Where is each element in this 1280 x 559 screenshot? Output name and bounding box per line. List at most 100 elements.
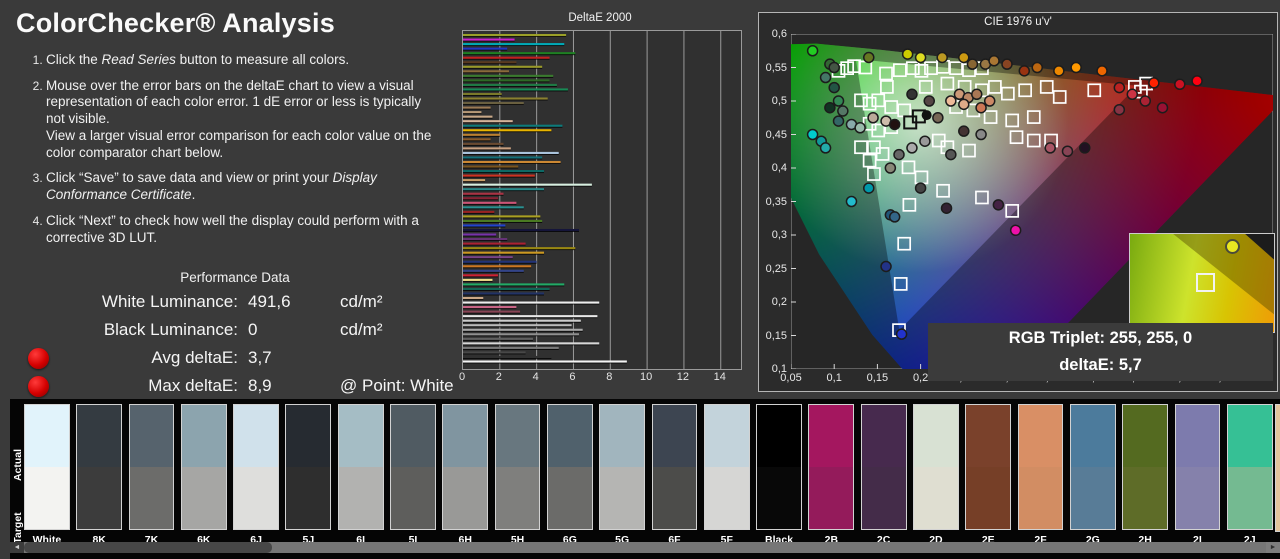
- delta-e-error-bar[interactable]: [463, 251, 545, 254]
- delta-e-error-bar[interactable]: [463, 160, 561, 164]
- delta-e-error-bar[interactable]: [463, 129, 552, 132]
- actual-color-patch: [443, 405, 488, 467]
- delta-e-error-bar[interactable]: [463, 324, 572, 327]
- delta-e-error-bar[interactable]: [463, 47, 508, 50]
- delta-e-error-bar[interactable]: [463, 215, 541, 218]
- delta-e-error-bar[interactable]: [463, 269, 524, 272]
- delta-e-error-bar[interactable]: [463, 219, 543, 223]
- delta-e-error-bar[interactable]: [463, 278, 493, 281]
- delta-e-error-bar[interactable]: [463, 224, 506, 227]
- delta-e-error-bar[interactable]: [463, 43, 565, 46]
- delta-e-error-bar[interactable]: [463, 56, 550, 59]
- delta-e-error-bar[interactable]: [463, 355, 552, 359]
- delta-e-error-bar[interactable]: [463, 111, 482, 114]
- delta-e-error-bar[interactable]: [463, 102, 524, 105]
- delta-e-error-bar[interactable]: [463, 247, 576, 250]
- delta-e-error-bar[interactable]: [463, 342, 600, 345]
- target-color-patch: [129, 467, 174, 529]
- delta-e-error-bar[interactable]: [463, 292, 545, 295]
- delta-e-error-bar[interactable]: [463, 170, 545, 173]
- delta-e-error-bar[interactable]: [463, 210, 495, 213]
- delta-e-error-bar[interactable]: [463, 83, 557, 86]
- delta-e-error-bar[interactable]: [463, 265, 532, 268]
- delta-e-error-bar[interactable]: [463, 206, 524, 209]
- delta-e-error-bar[interactable]: [463, 79, 550, 82]
- delta-e-error-bar[interactable]: [463, 188, 545, 191]
- delta-e-error-bar[interactable]: [463, 151, 559, 154]
- delta-e-error-bar[interactable]: [463, 328, 583, 331]
- delta-e-error-bar[interactable]: [463, 242, 526, 245]
- delta-e-error-bar[interactable]: [463, 183, 592, 186]
- delta-e-error-bar[interactable]: [463, 238, 508, 241]
- measured-point-marker: [828, 61, 840, 74]
- delta-e-error-bar[interactable]: [463, 106, 491, 109]
- target-color-patch: [181, 467, 226, 529]
- comparator-swatch: 6F: [651, 404, 698, 546]
- delta-e-error-bar[interactable]: [463, 74, 554, 77]
- delta-e-error-bar[interactable]: [463, 306, 517, 309]
- target-color-patch: [600, 467, 645, 529]
- measured-point-marker: [906, 142, 918, 154]
- delta-e-error-bar[interactable]: [463, 179, 486, 182]
- delta-e-error-bar[interactable]: [463, 301, 600, 304]
- delta-e-error-bar[interactable]: [463, 260, 537, 263]
- measured-point-marker: [1174, 78, 1186, 90]
- cie-zoom-inset: [1129, 233, 1275, 333]
- scrollbar-thumb[interactable]: [24, 542, 272, 553]
- delta-e-error-bar[interactable]: [463, 296, 484, 300]
- delta-e-error-bar[interactable]: [463, 351, 526, 354]
- delta-e-error-bar[interactable]: [463, 310, 521, 313]
- delta-e-error-bar[interactable]: [463, 88, 568, 91]
- delta-e-error-bar[interactable]: [463, 315, 598, 318]
- measured-point-marker: [971, 88, 983, 101]
- delta-e-error-bar[interactable]: [463, 142, 504, 145]
- scroll-left-button[interactable]: ◄: [10, 542, 24, 553]
- delta-e-error-bar[interactable]: [463, 38, 515, 41]
- target-color-patch: [966, 467, 1011, 529]
- delta-e-error-bar[interactable]: [463, 147, 511, 150]
- delta-e-error-bar[interactable]: [463, 233, 497, 236]
- delta-e-error-bar[interactable]: [463, 92, 502, 96]
- scroll-right-button[interactable]: ►: [1266, 542, 1280, 553]
- delta-e-error-bar[interactable]: [463, 274, 498, 277]
- comparator-swatch: 6G: [546, 404, 593, 546]
- delta-e-error-bar[interactable]: [463, 360, 627, 363]
- delta-e-error-bar[interactable]: [463, 174, 535, 177]
- cie-y-tick: 0,55: [765, 61, 787, 74]
- delta-e-error-bar[interactable]: [463, 283, 565, 286]
- delta-e-error-bar[interactable]: [463, 52, 576, 55]
- delta-e-error-bar[interactable]: [463, 201, 517, 204]
- target-color-patch: [861, 467, 906, 529]
- delta-e-error-bar[interactable]: [463, 61, 517, 64]
- delta-e-error-bar[interactable]: [463, 65, 543, 68]
- delta-e-error-bar[interactable]: [463, 124, 563, 127]
- delta-e-error-bar[interactable]: [463, 287, 550, 291]
- delta-e-error-bar[interactable]: [463, 138, 491, 141]
- delta-e-error-bar[interactable]: [463, 70, 510, 73]
- delta-e-error-bar[interactable]: [463, 337, 533, 340]
- horizontal-scrollbar[interactable]: ◄ ►: [10, 542, 1280, 553]
- delta-e-error-bar[interactable]: [463, 165, 519, 168]
- delta-e-error-bar[interactable]: [463, 197, 498, 200]
- metric-label: Avg deltaE:: [151, 348, 238, 367]
- comparator-swatch: 2J: [1226, 404, 1273, 546]
- delta-e-x-tick: 2: [495, 371, 502, 383]
- delta-e-error-bar[interactable]: [463, 192, 504, 195]
- comparator-swatch: 6K: [180, 404, 227, 546]
- delta-e-error-bar[interactable]: [463, 120, 513, 123]
- delta-e-error-bar[interactable]: [463, 34, 567, 37]
- delta-e-error-bar[interactable]: [463, 156, 543, 159]
- delta-e-error-bar[interactable]: [463, 97, 548, 100]
- measured-point-marker: [1139, 95, 1151, 107]
- delta-e-error-bar[interactable]: [463, 319, 581, 322]
- delta-e-error-bar[interactable]: [463, 228, 579, 232]
- delta-e-x-tick: 0: [458, 371, 466, 383]
- cie-y-tick: 0,15: [765, 329, 787, 342]
- delta-e-error-bar[interactable]: [463, 133, 500, 136]
- delta-e-error-bar[interactable]: [463, 333, 579, 336]
- measured-point-marker: [888, 118, 901, 131]
- delta-e-error-bar[interactable]: [463, 346, 559, 349]
- actual-color-patch: [600, 405, 645, 467]
- delta-e-error-bar[interactable]: [463, 256, 513, 259]
- delta-e-error-bar[interactable]: [463, 115, 493, 118]
